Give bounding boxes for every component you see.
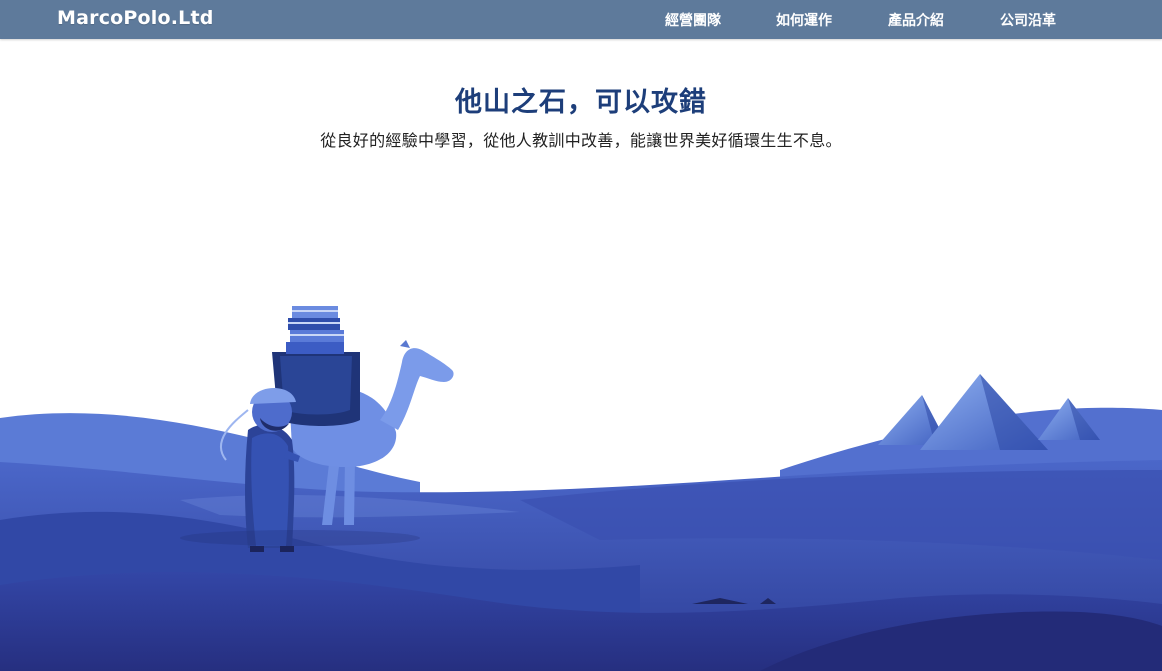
brand-logo[interactable]: MarcoPolo.Ltd [57, 7, 214, 29]
nav-item-history[interactable]: 公司沿革 [1000, 10, 1056, 30]
nav-item-how-it-works[interactable]: 如何運作 [776, 10, 832, 30]
mid-dune [0, 460, 1162, 671]
hero-subtitle: 從良好的經驗中學習，從他人教訓中改善，能讓世界美好循環生生不息。 [320, 131, 842, 150]
camel [272, 306, 454, 525]
nav-item-team[interactable]: 經營團隊 [665, 10, 721, 30]
fore-dune-left [0, 511, 640, 671]
dune-highlight [180, 495, 520, 518]
top-navbar: MarcoPolo.Ltd 經營團隊 如何運作 產品介紹 公司沿革 [0, 0, 1162, 39]
nav-item-products[interactable]: 產品介紹 [888, 10, 944, 30]
far-dune-left [0, 413, 420, 671]
fore-dune-right [760, 611, 1162, 671]
dune-shadow-right [520, 470, 1162, 560]
pyramids [878, 374, 1100, 450]
hero-title: 他山之石，可以攻錯 [455, 87, 707, 118]
far-dune-right [780, 407, 1162, 671]
fore-dune-bottom [0, 572, 1162, 671]
traveler-figure [219, 387, 300, 552]
